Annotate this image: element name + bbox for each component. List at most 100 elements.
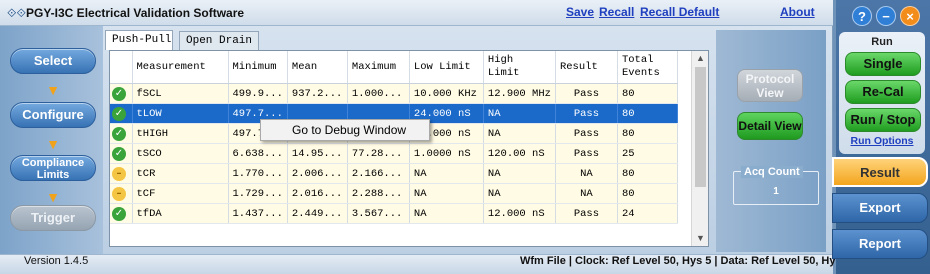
table-cell: NA [409, 203, 484, 224]
protocol-view-button[interactable]: Protocol View [737, 69, 803, 102]
scroll-thumb[interactable] [695, 67, 706, 187]
table-cell: 80 [617, 183, 678, 204]
recall-link[interactable]: Recall [599, 5, 634, 19]
minimize-icon[interactable]: − [876, 6, 896, 26]
column-header-text: Result [559, 60, 598, 73]
table-cell: 6.638... [228, 143, 288, 164]
column-header[interactable]: Maximum [347, 51, 410, 84]
compliance-label-line2: Limits [36, 169, 70, 181]
table-cell: 120.00 nS [483, 143, 556, 164]
table-cell: 2.449... [287, 203, 348, 224]
tab-export[interactable]: Export [832, 193, 928, 223]
column-header[interactable]: Mean [287, 51, 348, 84]
tab-result[interactable]: Result [832, 157, 928, 187]
tab-open-drain[interactable]: Open Drain [179, 31, 259, 50]
pass-check-icon: ✓ [112, 126, 126, 141]
column-header-text: Maximum [351, 60, 397, 73]
save-link[interactable]: Save [566, 5, 594, 19]
side-panel [716, 30, 826, 252]
acq-count-value: 1 [773, 186, 779, 197]
table-cell: NA [409, 183, 484, 204]
status-cell: ✓ [110, 203, 133, 224]
about-link[interactable]: About [780, 5, 815, 19]
status-cell: ✓ [110, 103, 133, 124]
table-cell: 937.2... [287, 83, 348, 104]
pass-check-icon: ✓ [112, 146, 126, 161]
column-header[interactable]: Measurement [132, 51, 229, 84]
measurement-table: Measurement Minimum Mean Maximum Low Limit Hi… [109, 50, 709, 247]
table-cell: 77.28... [347, 143, 410, 164]
column-header[interactable]: High Limit [483, 51, 556, 84]
column-header-text: Measurement [136, 60, 206, 73]
table-header-row: Measurement Minimum Mean Maximum Low Limit Hi… [110, 51, 678, 84]
table-cell: fSCL [132, 83, 229, 104]
table-cell: 12.000 nS [483, 203, 556, 224]
run-options-link[interactable]: Run Options [839, 135, 925, 147]
column-header-text: Events [621, 67, 660, 79]
table-cell: Pass [555, 203, 618, 224]
run-label: Run [871, 36, 893, 48]
table-row[interactable]: ✓ tfDA 1.437... 2.449... 3.567... NA 12.000 nS… [110, 203, 678, 224]
context-menu-go-to-debug-window[interactable]: Go to Debug Window [260, 119, 430, 141]
column-header[interactable]: Minimum [228, 51, 288, 84]
table-cell: 12.900 MHz [483, 83, 556, 104]
table-cell: 2.288... [347, 183, 410, 204]
table-cell: 25 [617, 143, 678, 164]
compliance-label-line1: Compliance [21, 157, 85, 169]
table-cell: 1.729... [228, 183, 288, 204]
status-cell: ✓ [110, 123, 133, 144]
table-cell: tCR [132, 163, 229, 184]
status-cell: – [110, 183, 133, 204]
close-icon[interactable]: × [900, 6, 920, 26]
column-header[interactable]: Result [555, 51, 618, 84]
table-cell: 499.9... [228, 83, 288, 104]
app-logo-icon: ⟐⟐ [7, 6, 26, 20]
table-cell: 2.016... [287, 183, 348, 204]
column-header[interactable]: Low Limit [409, 51, 484, 84]
column-header-text: Low Limit [413, 60, 471, 73]
select-button[interactable]: Select [10, 48, 96, 74]
column-header-text: High [487, 54, 514, 66]
table-cell: 3.567... [347, 203, 410, 224]
tab-push-pull[interactable]: Push-Pull [105, 30, 173, 50]
table-row[interactable]: ✓ tSCO 6.638... 14.95... 77.28... 1.0000 nS 12… [110, 143, 678, 164]
status-info: Wfm File | Clock: Ref Level 50, Hys 5 | … [520, 255, 851, 267]
column-header[interactable]: Total Events [617, 51, 678, 84]
column-header-text: Total [621, 54, 654, 66]
table-cell: 2.006... [287, 163, 348, 184]
table-row[interactable]: ✓ fSCL 499.9... 937.2... 1.000... 10.000 KHz 1… [110, 83, 678, 104]
table-cell: 24 [617, 203, 678, 224]
status-cell: ✓ [110, 143, 133, 164]
table-cell: Pass [555, 103, 618, 124]
table-cell: NA [555, 183, 618, 204]
table-row[interactable]: – tCR 1.770... 2.006... 2.166... NA NA NA 80 [110, 163, 678, 184]
compliance-limits-button[interactable]: Compliance Limits [10, 155, 96, 181]
table-cell: NA [483, 123, 556, 144]
table-cell: NA [409, 163, 484, 184]
table-cell: Pass [555, 123, 618, 144]
table-cell: 80 [617, 83, 678, 104]
acq-count-title: Acq Count [741, 166, 803, 178]
table-cell: tCF [132, 183, 229, 204]
recal-button[interactable]: Re-Cal [845, 80, 921, 104]
scroll-down-icon[interactable]: ▼ [692, 231, 709, 246]
down-arrow-icon: ▼ [46, 136, 60, 152]
run-stop-button[interactable]: Run / Stop [845, 108, 921, 132]
scroll-up-icon[interactable]: ▲ [692, 51, 709, 66]
help-icon[interactable]: ? [852, 6, 872, 26]
recall-default-link[interactable]: Recall Default [640, 5, 719, 19]
detail-view-button[interactable]: Detail View [737, 112, 803, 140]
trigger-button[interactable]: Trigger [10, 205, 96, 231]
table-cell: 1.770... [228, 163, 288, 184]
table-cell: NA [555, 163, 618, 184]
tab-report[interactable]: Report [832, 229, 928, 259]
single-button[interactable]: Single [845, 52, 921, 76]
table-cell: 80 [617, 123, 678, 144]
configure-button[interactable]: Configure [10, 102, 96, 128]
table-scrollbar[interactable]: ▲ ▼ [691, 51, 708, 246]
version-label: Version 1.4.5 [24, 255, 89, 267]
table-row[interactable]: – tCF 1.729... 2.016... 2.288... NA NA NA 80 [110, 183, 678, 204]
table-cell: 2.166... [347, 163, 410, 184]
table-cell: Pass [555, 83, 618, 104]
table-cell: tHIGH [132, 123, 229, 144]
